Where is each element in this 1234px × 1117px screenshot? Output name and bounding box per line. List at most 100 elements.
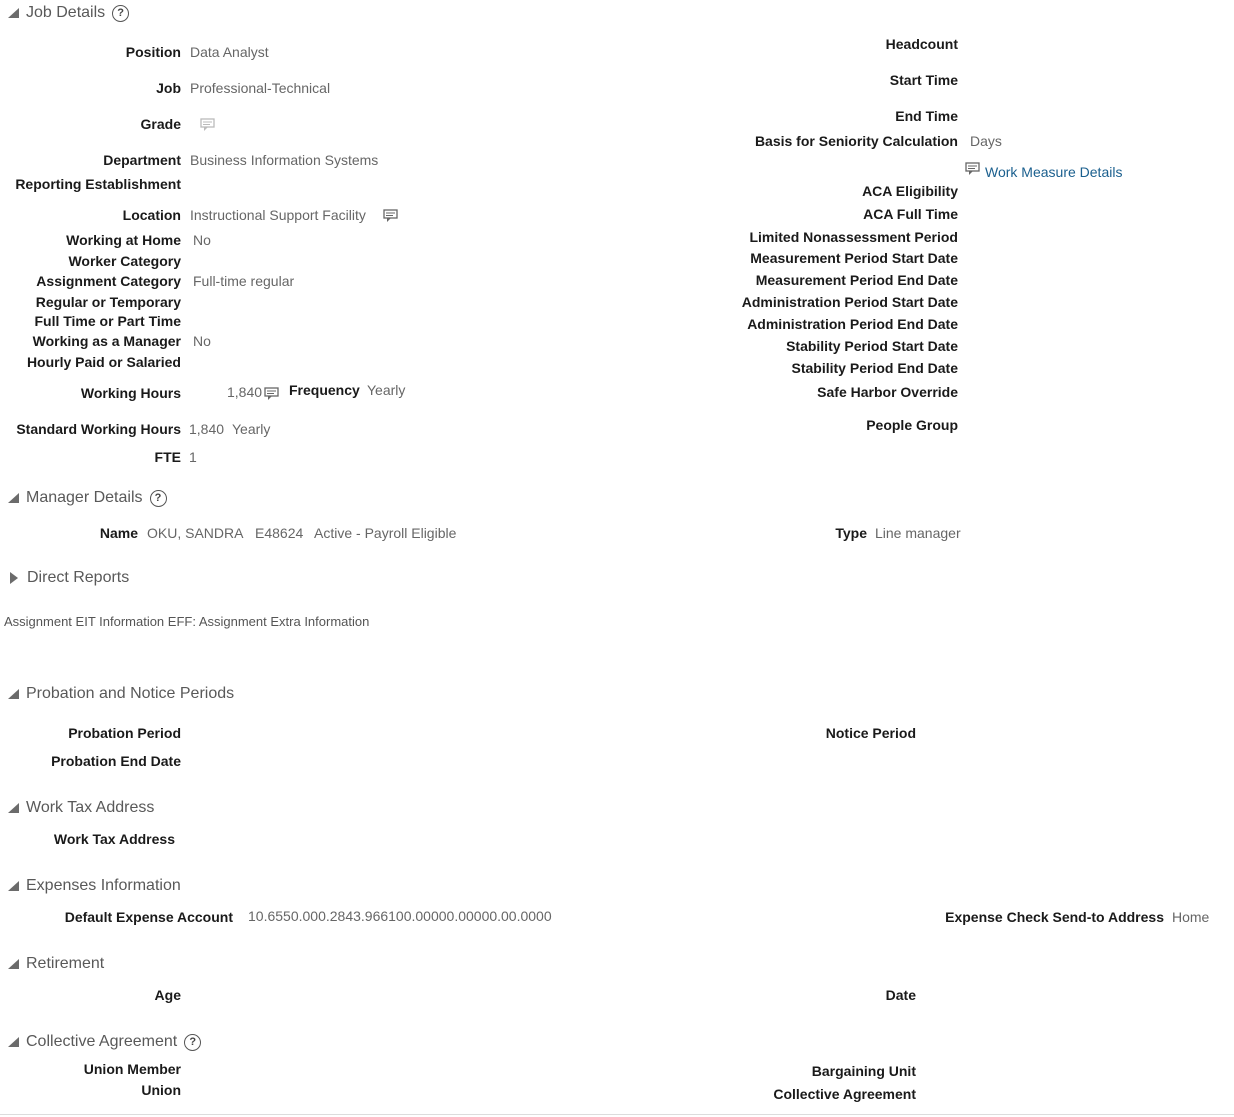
label-union: Union	[141, 1082, 181, 1098]
value-expense-send-to: Home	[1172, 909, 1210, 925]
section-title: Direct Reports	[27, 569, 130, 586]
label-headcount: Headcount	[885, 36, 958, 52]
value-manager-name: OKU, SANDRA	[147, 525, 244, 541]
section-title: Collective Agreement	[26, 1033, 178, 1050]
label-date: Date	[885, 987, 916, 1003]
label-manager-name: Name	[99, 525, 138, 541]
section-header-work-tax[interactable]: Work Tax Address	[8, 799, 154, 817]
label-measurement-end: Measurement Period End Date	[755, 272, 958, 288]
help-icon[interactable]: ?	[149, 489, 167, 507]
label-safe-harbor: Safe Harbor Override	[817, 384, 958, 400]
expand-triangle-icon[interactable]	[10, 572, 18, 584]
value-fte: 1	[189, 449, 197, 465]
label-full-or-part-time: Full Time or Part Time	[34, 313, 181, 329]
label-aca-full-time: ACA Full Time	[863, 206, 958, 222]
value-location: Instructional Support Facility	[190, 207, 366, 223]
help-icon[interactable]: ?	[184, 1033, 202, 1051]
label-job: Job	[156, 80, 181, 96]
value-department: Business Information Systems	[190, 152, 379, 168]
label-default-expense-account: Default Expense Account	[64, 909, 233, 925]
label-administration-end: Administration Period End Date	[747, 316, 958, 332]
label-worker-category: Worker Category	[68, 253, 181, 269]
section-title: Expenses Information	[26, 877, 181, 894]
value-seniority-basis: Days	[970, 133, 1002, 149]
collapse-triangle-icon[interactable]	[8, 803, 19, 813]
label-stability-end: Stability Period End Date	[791, 360, 958, 376]
section-title: Probation and Notice Periods	[26, 685, 235, 702]
section-title: Manager Details	[26, 489, 143, 506]
section-header-manager-details[interactable]: Manager Details ?	[8, 489, 167, 507]
value-position: Data Analyst	[190, 44, 269, 60]
label-assignment-category: Assignment Category	[36, 273, 181, 289]
section-header-expenses[interactable]: Expenses Information	[8, 877, 181, 895]
label-age: Age	[154, 987, 181, 1003]
label-regular-or-temporary: Regular or Temporary	[35, 294, 181, 310]
section-header-retirement[interactable]: Retirement	[8, 955, 104, 973]
label-working-hours: Working Hours	[80, 385, 181, 401]
label-administration-start: Administration Period Start Date	[741, 294, 958, 310]
label-union-member: Union Member	[83, 1061, 181, 1077]
value-working-at-home: No	[193, 232, 211, 248]
value-manager-status: Active - Payroll Eligible	[314, 525, 457, 541]
label-working-at-home: Working at Home	[66, 232, 181, 248]
label-position: Position	[125, 44, 181, 60]
label-start-time: Start Time	[889, 72, 958, 88]
label-aca-eligibility: ACA Eligibility	[862, 183, 958, 199]
working-hours-details-icon[interactable]	[264, 387, 280, 406]
work-measure-details-text[interactable]: Work Measure Details	[985, 164, 1122, 180]
label-measurement-start: Measurement Period Start Date	[750, 250, 958, 266]
collapse-triangle-icon[interactable]	[8, 8, 19, 18]
label-fte: FTE	[154, 449, 181, 465]
label-frequency: Frequency	[289, 382, 360, 398]
section-title: Job Details	[26, 4, 106, 21]
section-title: Retirement	[26, 955, 105, 972]
help-icon[interactable]: ?	[112, 4, 130, 22]
collapse-triangle-icon[interactable]	[8, 493, 19, 503]
details-icon[interactable]	[200, 118, 216, 137]
label-end-time: End Time	[895, 108, 958, 124]
label-standard-working-hours: Standard Working Hours	[16, 421, 181, 437]
label-work-tax-address: Work Tax Address	[53, 831, 175, 847]
label-manager-type: Type	[835, 525, 867, 541]
value-manager-id: E48624	[255, 525, 304, 541]
label-collective-agreement: Collective Agreement	[773, 1086, 916, 1102]
label-limited-nonassessment: Limited Nonassessment Period	[749, 229, 958, 245]
label-probation-end: Probation End Date	[51, 753, 181, 769]
value-manager-type: Line manager	[875, 525, 961, 541]
section-title: Work Tax Address	[26, 799, 155, 816]
value-standard-working-hours: 1,840	[189, 421, 225, 437]
section-header-probation[interactable]: Probation and Notice Periods	[8, 685, 234, 703]
section-header-direct-reports[interactable]: Direct Reports	[8, 569, 129, 587]
value-working-as-manager: No	[193, 333, 211, 349]
value-assignment-category: Full-time regular	[193, 273, 295, 289]
value-working-hours: 1,840	[227, 384, 263, 400]
details-icon	[965, 162, 981, 181]
label-seniority-basis: Basis for Seniority Calculation	[754, 133, 958, 149]
label-bargaining-unit: Bargaining Unit	[811, 1063, 916, 1079]
label-working-as-manager: Working as a Manager	[32, 333, 181, 349]
label-people-group: People Group	[866, 417, 958, 433]
value-default-expense-account: 10.6550.000.2843.966100.00000.00000.00.0…	[248, 908, 552, 924]
value-frequency: Yearly	[367, 382, 406, 398]
collapse-triangle-icon[interactable]	[8, 689, 19, 699]
label-probation-period: Probation Period	[68, 725, 181, 741]
label-reporting-establishment: Reporting Establishment	[15, 176, 181, 192]
section-header-collective-agreement[interactable]: Collective Agreement ?	[8, 1033, 202, 1051]
label-grade: Grade	[140, 116, 181, 132]
label-stability-start: Stability Period Start Date	[786, 338, 958, 354]
work-measure-details-link[interactable]: Work Measure Details	[965, 162, 1122, 181]
bottom-divider	[0, 1114, 1234, 1115]
label-location: Location	[122, 207, 181, 223]
section-header-job-details[interactable]: Job Details ?	[8, 4, 130, 22]
collapse-triangle-icon[interactable]	[8, 1037, 19, 1047]
label-hourly-or-salaried: Hourly Paid or Salaried	[26, 354, 181, 370]
label-notice-period: Notice Period	[825, 725, 916, 741]
collapse-triangle-icon[interactable]	[8, 881, 19, 891]
value-job: Professional-Technical	[190, 80, 331, 96]
label-expense-send-to: Expense Check Send-to Address	[945, 909, 1164, 925]
value-standard-working-hours-unit: Yearly	[232, 421, 271, 437]
assignment-eit-text: Assignment EIT Information EFF: Assignme…	[4, 614, 370, 629]
label-department: Department	[103, 152, 181, 168]
location-details-icon[interactable]	[383, 209, 399, 228]
collapse-triangle-icon[interactable]	[8, 959, 19, 969]
